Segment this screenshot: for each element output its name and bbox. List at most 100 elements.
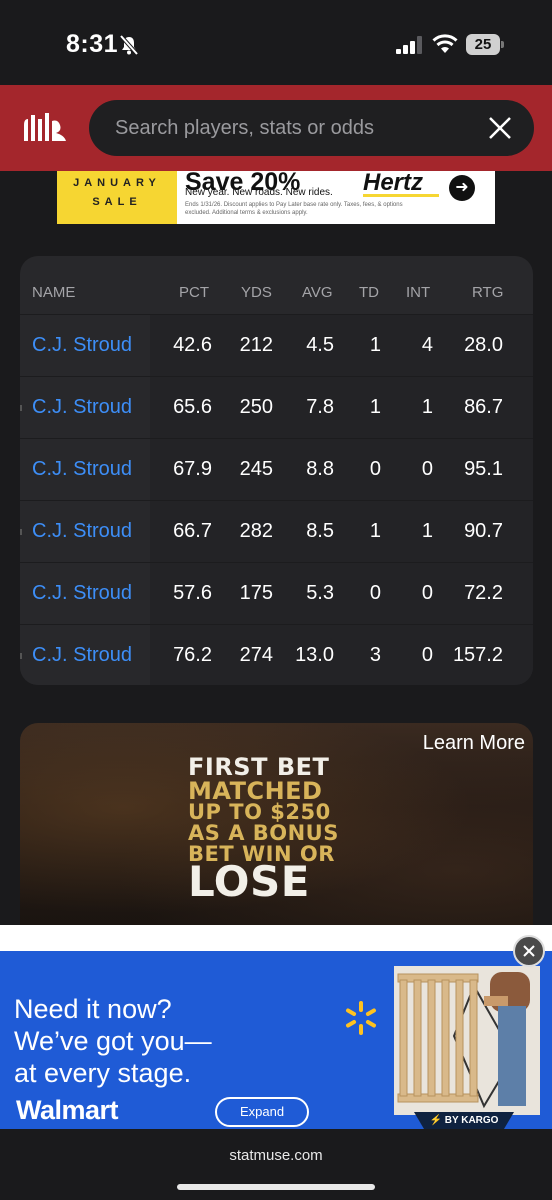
close-icon <box>523 945 535 957</box>
cell-td: 3 <box>369 644 381 666</box>
baby-gate-illustration <box>394 966 540 1115</box>
cell-int: 0 <box>421 644 433 666</box>
battery-indicator: 25 <box>466 34 504 55</box>
battery-level: 25 <box>466 34 500 55</box>
cell-rtg: 72.2 <box>464 582 503 604</box>
table-row[interactable]: C.J. Stroud 57.6 175 5.3 0 0 72.2 <box>20 562 533 624</box>
cell-avg: 5.3 <box>306 582 334 604</box>
promo-line-6: LOSE <box>188 857 310 906</box>
column-header-int[interactable]: INT <box>406 284 430 301</box>
player-link[interactable]: C.J. Stroud <box>32 582 132 605</box>
cell-avg: 8.5 <box>306 520 334 542</box>
wifi-icon <box>432 34 458 53</box>
status-bar: 8:31 25 <box>0 0 552 85</box>
home-indicator[interactable] <box>177 1184 375 1190</box>
row-name-cell: C.J. Stroud <box>20 439 150 500</box>
column-header-td[interactable]: TD <box>359 284 379 301</box>
ad-month-label: JANUARY <box>73 177 161 189</box>
walmart-logo: Walmart <box>16 1095 119 1125</box>
cell-rtg: 90.7 <box>464 520 503 542</box>
ad-fine-print: Ends 1/31/26. Discount applies to Pay La… <box>185 202 403 216</box>
cell-yds: 250 <box>239 396 273 418</box>
cell-int: 0 <box>421 458 433 480</box>
hertz-logo-underline <box>363 194 439 197</box>
walmart-headline-line-2: We’ve got you— <box>14 1026 212 1056</box>
cell-yds: 274 <box>239 644 273 666</box>
search-bar[interactable] <box>89 100 534 156</box>
column-header-pct[interactable]: PCT <box>179 284 209 301</box>
player-link[interactable]: C.J. Stroud <box>32 396 132 419</box>
status-time: 8:31 <box>66 30 119 58</box>
row-name-cell: C.J. Stroud <box>20 377 150 438</box>
learn-more-link[interactable]: Learn More <box>423 732 525 755</box>
cell-pct: 65.6 <box>173 396 212 418</box>
row-edge-mark <box>20 405 22 411</box>
search-input[interactable] <box>115 100 465 156</box>
player-link[interactable]: C.J. Stroud <box>32 334 132 357</box>
cell-yds: 282 <box>239 520 273 542</box>
url-label[interactable]: statmuse.com <box>0 1147 552 1164</box>
player-link[interactable]: C.J. Stroud <box>32 644 132 667</box>
column-header-avg[interactable]: AVG <box>302 284 333 301</box>
hertz-ad-banner[interactable]: JANUARY SALE Save 20% New year. New road… <box>57 171 495 224</box>
walmart-headline-line-3: at every stage. <box>14 1058 192 1088</box>
table-row[interactable]: C.J. Stroud 42.6 212 4.5 1 4 28.0 <box>20 314 533 376</box>
row-name-cell: C.J. Stroud <box>20 501 150 562</box>
table-row[interactable]: C.J. Stroud 76.2 274 13.0 3 0 157.2 <box>20 624 533 685</box>
cell-pct: 66.7 <box>173 520 212 542</box>
app-header <box>0 85 552 171</box>
player-link[interactable]: C.J. Stroud <box>32 520 132 543</box>
ad-tagline: New year. New roads. New rides. <box>185 187 333 198</box>
cell-pct: 67.9 <box>173 458 212 480</box>
cell-yds: 175 <box>239 582 273 604</box>
walmart-ad-banner[interactable]: Need it now? We’ve got you— at every sta… <box>0 925 552 1129</box>
row-edge-mark <box>20 529 22 535</box>
battery-tip <box>501 41 504 48</box>
cell-avg: 8.8 <box>306 458 334 480</box>
ad-sale-panel: JANUARY SALE <box>57 171 177 224</box>
table-row[interactable]: C.J. Stroud 67.9 245 8.8 0 0 95.1 <box>20 438 533 500</box>
cellular-signal-icon <box>396 36 422 54</box>
cell-int: 4 <box>421 334 433 356</box>
cell-pct: 76.2 <box>173 644 212 666</box>
kargo-badge[interactable]: ⚡ BY KARGO <box>414 1112 514 1129</box>
cell-int: 1 <box>421 520 433 542</box>
walmart-spark-icon <box>346 1001 376 1035</box>
row-name-cell: C.J. Stroud <box>20 315 150 376</box>
baby-gate-photo <box>394 966 540 1115</box>
column-header-rtg[interactable]: RTG <box>472 284 503 301</box>
cell-td: 0 <box>369 582 381 604</box>
column-header-name[interactable]: NAME <box>32 284 75 301</box>
cell-int: 0 <box>421 582 433 604</box>
cell-td: 0 <box>369 458 381 480</box>
walmart-headline-line-1: Need it now? <box>14 994 172 1024</box>
cell-rtg: 86.7 <box>464 396 503 418</box>
player-link[interactable]: C.J. Stroud <box>32 458 132 481</box>
cell-yds: 245 <box>239 458 273 480</box>
cell-avg: 13.0 <box>295 644 334 666</box>
browser-footer: statmuse.com <box>0 1129 552 1200</box>
close-ad-button[interactable] <box>513 935 545 967</box>
row-name-cell: C.J. Stroud <box>20 563 150 624</box>
stats-table: NAME PCT YDS AVG TD INT RTG C.J. Stroud … <box>20 256 533 685</box>
cell-pct: 42.6 <box>173 334 212 356</box>
cell-int: 1 <box>421 396 433 418</box>
ad-sale-label: SALE <box>92 196 142 208</box>
cell-rtg: 95.1 <box>464 458 503 480</box>
arrow-right-icon[interactable]: ➜ <box>449 175 475 201</box>
table-row[interactable]: C.J. Stroud 65.6 250 7.8 1 1 86.7 <box>20 376 533 438</box>
table-row[interactable]: C.J. Stroud 66.7 282 8.5 1 1 90.7 <box>20 500 533 562</box>
cell-avg: 7.8 <box>306 396 334 418</box>
close-icon[interactable] <box>487 115 513 141</box>
cell-pct: 57.6 <box>173 582 212 604</box>
cell-avg: 4.5 <box>306 334 334 356</box>
cell-td: 1 <box>369 396 381 418</box>
statmuse-logo-icon[interactable] <box>22 111 68 145</box>
walmart-headline: Need it now? We’ve got you— at every sta… <box>14 993 274 1089</box>
expand-button[interactable]: Expand <box>215 1097 309 1127</box>
column-header-yds[interactable]: YDS <box>241 284 272 301</box>
cell-rtg: 28.0 <box>464 334 503 356</box>
betting-promo-ad[interactable]: Learn More FIRST BET MATCHED UP TO $250 … <box>20 723 533 933</box>
cell-yds: 212 <box>239 334 273 356</box>
bell-muted-icon <box>119 34 139 56</box>
